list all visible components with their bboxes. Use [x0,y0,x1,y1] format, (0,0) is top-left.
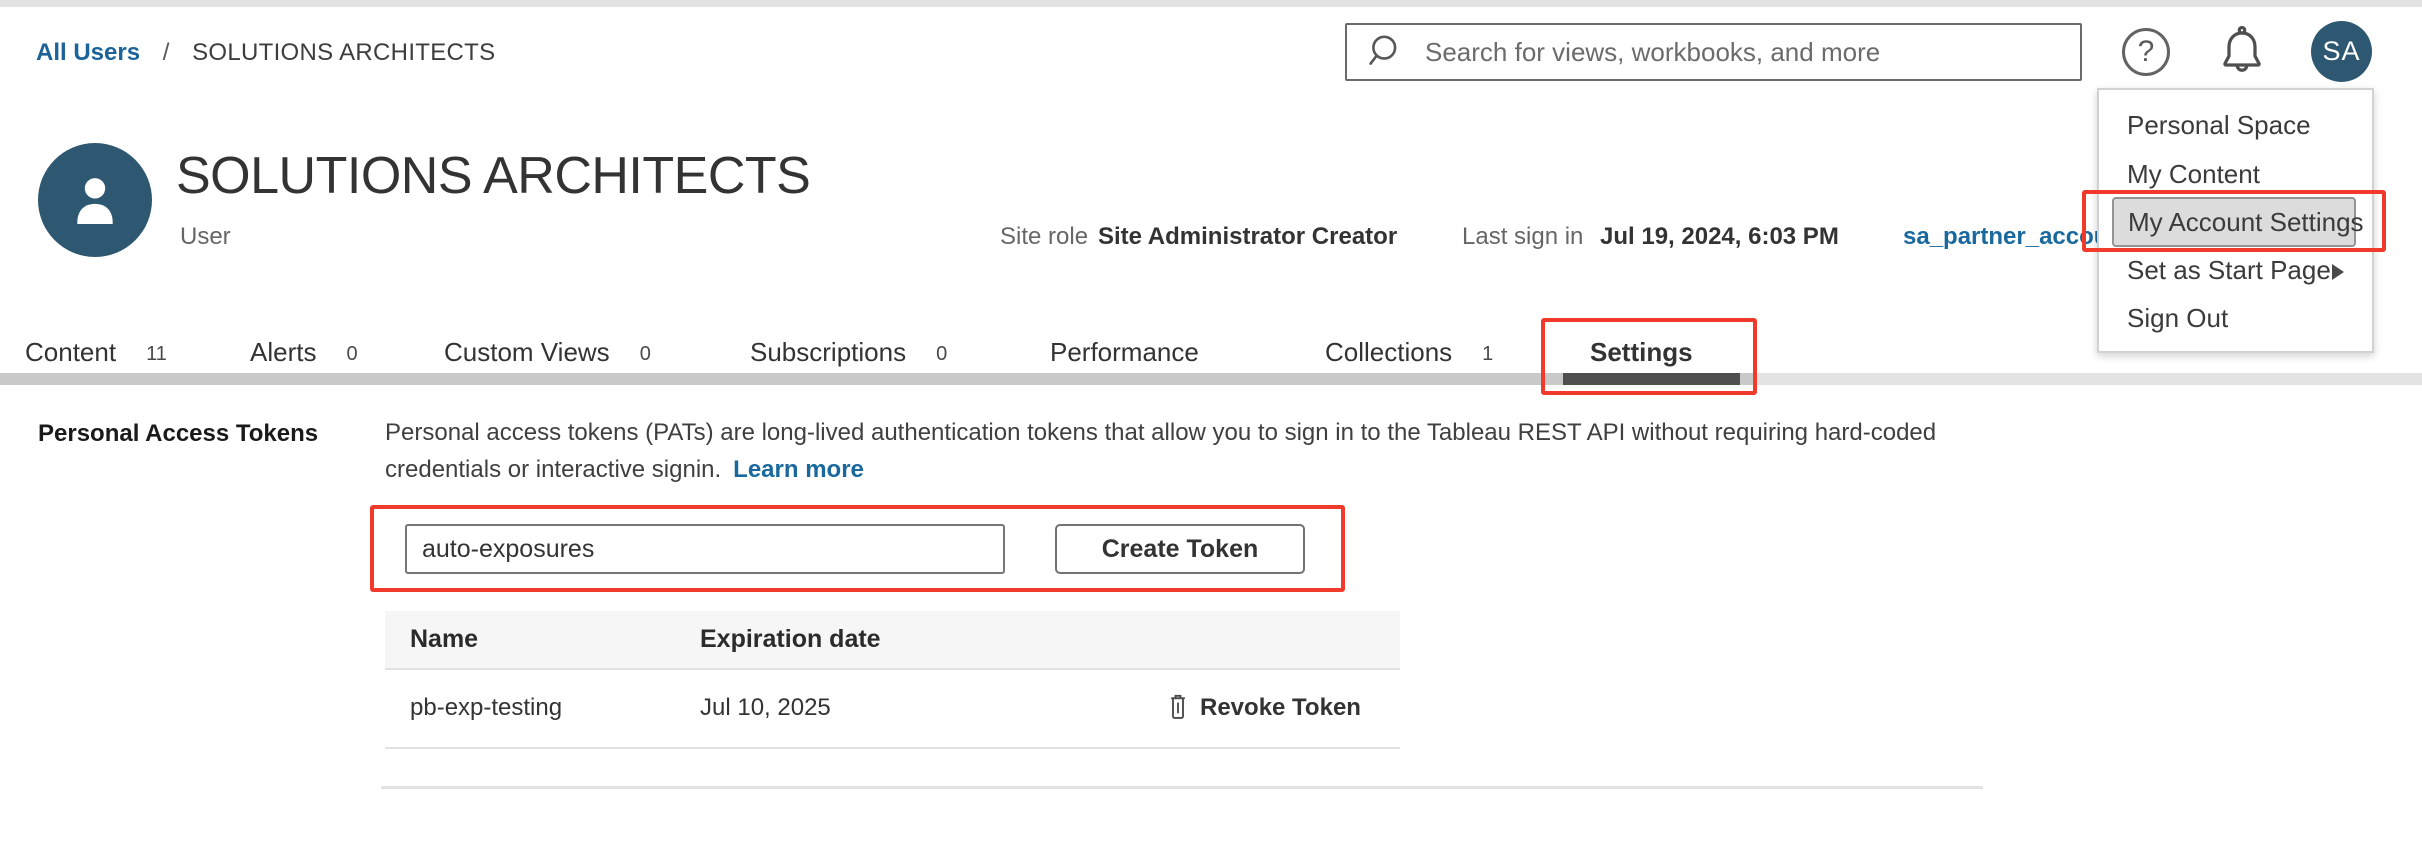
search-input[interactable] [1423,28,2080,76]
tab-content[interactable]: Content 11 [25,334,167,370]
tab-collections[interactable]: Collections 1 [1325,334,1493,370]
tab-bar-track [0,373,1757,385]
help-glyph: ? [2138,35,2155,69]
tab-bar-track-light [1757,373,2422,385]
menu-item-personal-space[interactable]: Personal Space [2127,107,2311,143]
tab-count: 0 [936,334,947,370]
token-table-header [385,611,1400,668]
tab-label: Subscriptions [750,334,906,370]
user-avatar-button[interactable]: SA [2311,21,2372,82]
search-box[interactable] [1345,23,2082,81]
menu-item-set-as-start-page[interactable]: Set as Start Page [2127,252,2331,288]
tab-label: Alerts [250,334,316,370]
token-row-expiration: Jul 10, 2025 [700,693,831,723]
token-name-input[interactable] [405,524,1005,574]
search-icon [1365,31,1407,73]
notifications-bell-icon[interactable] [2212,22,2272,82]
menu-item-my-content[interactable]: My Content [2127,156,2260,192]
token-row-name: pb-exp-testing [410,693,562,723]
avatar-initials: SA [2322,36,2360,67]
person-icon [59,164,131,236]
menu-item-sign-out[interactable]: Sign Out [2127,300,2228,336]
breadcrumb-separator: / [163,39,170,66]
tab-count: 11 [146,334,167,370]
tab-alerts[interactable]: Alerts 0 [250,334,358,370]
selected-tab-underline [1563,373,1740,385]
breadcrumb-current: SOLUTIONS ARCHITECTS [192,39,495,66]
menu-item-my-account-settings[interactable]: My Account Settings [2112,197,2356,247]
page-title: SOLUTIONS ARCHITECTS [176,146,810,206]
trash-icon[interactable] [1163,690,1193,724]
create-token-button[interactable]: Create Token [1055,524,1305,574]
tab-label: Custom Views [444,334,610,370]
pat-description-line1: Personal access tokens (PATs) are long-l… [385,419,1936,446]
tab-subscriptions[interactable]: Subscriptions 0 [750,334,947,370]
user-menu-dropdown: Personal Space My Content My Account Set… [2097,88,2374,353]
last-sign-in-label: Last sign in [1462,222,1583,252]
pat-description-line2: credentials or interactive signin. [385,456,721,483]
tab-custom-views[interactable]: Custom Views 0 [444,334,651,370]
tableau-user-settings-page: All Users / SOLUTIONS ARCHITECTS ? SA SO… [0,0,2422,850]
last-sign-in-value: Jul 19, 2024, 6:03 PM [1600,222,1839,252]
account-link[interactable]: sa_partner_accou [1903,222,2108,252]
profile-avatar [38,143,152,257]
tab-label: Performance [1050,334,1199,370]
pat-description: Personal access tokens (PATs) are long-l… [385,414,1975,488]
tab-label: Settings [1590,334,1693,370]
help-icon[interactable]: ? [2122,28,2170,76]
pat-section-heading: Personal Access Tokens [38,420,318,448]
section-divider [381,786,1983,789]
table-divider [385,668,1400,670]
column-header-name: Name [410,624,478,654]
breadcrumb-all-users-link[interactable]: All Users [36,39,140,66]
top-window-strip [0,0,2422,7]
tab-label: Collections [1325,334,1452,370]
user-role-subtitle: User [180,222,231,252]
tab-settings[interactable]: Settings [1590,334,1693,370]
tab-count: 1 [1482,334,1493,370]
site-role-value: Site Administrator Creator [1098,222,1397,252]
tab-performance[interactable]: Performance [1050,334,1199,370]
tab-count: 0 [346,334,357,370]
tab-count: 0 [640,334,651,370]
revoke-token-button[interactable]: Revoke Token [1200,693,1361,723]
learn-more-link[interactable]: Learn more [733,456,864,483]
submenu-arrow-icon [2332,264,2344,280]
breadcrumb: All Users / SOLUTIONS ARCHITECTS [36,38,495,68]
tab-label: Content [25,334,116,370]
site-role-label: Site role [1000,222,1088,252]
table-bottom-divider [385,747,1400,749]
column-header-expiration: Expiration date [700,624,881,654]
